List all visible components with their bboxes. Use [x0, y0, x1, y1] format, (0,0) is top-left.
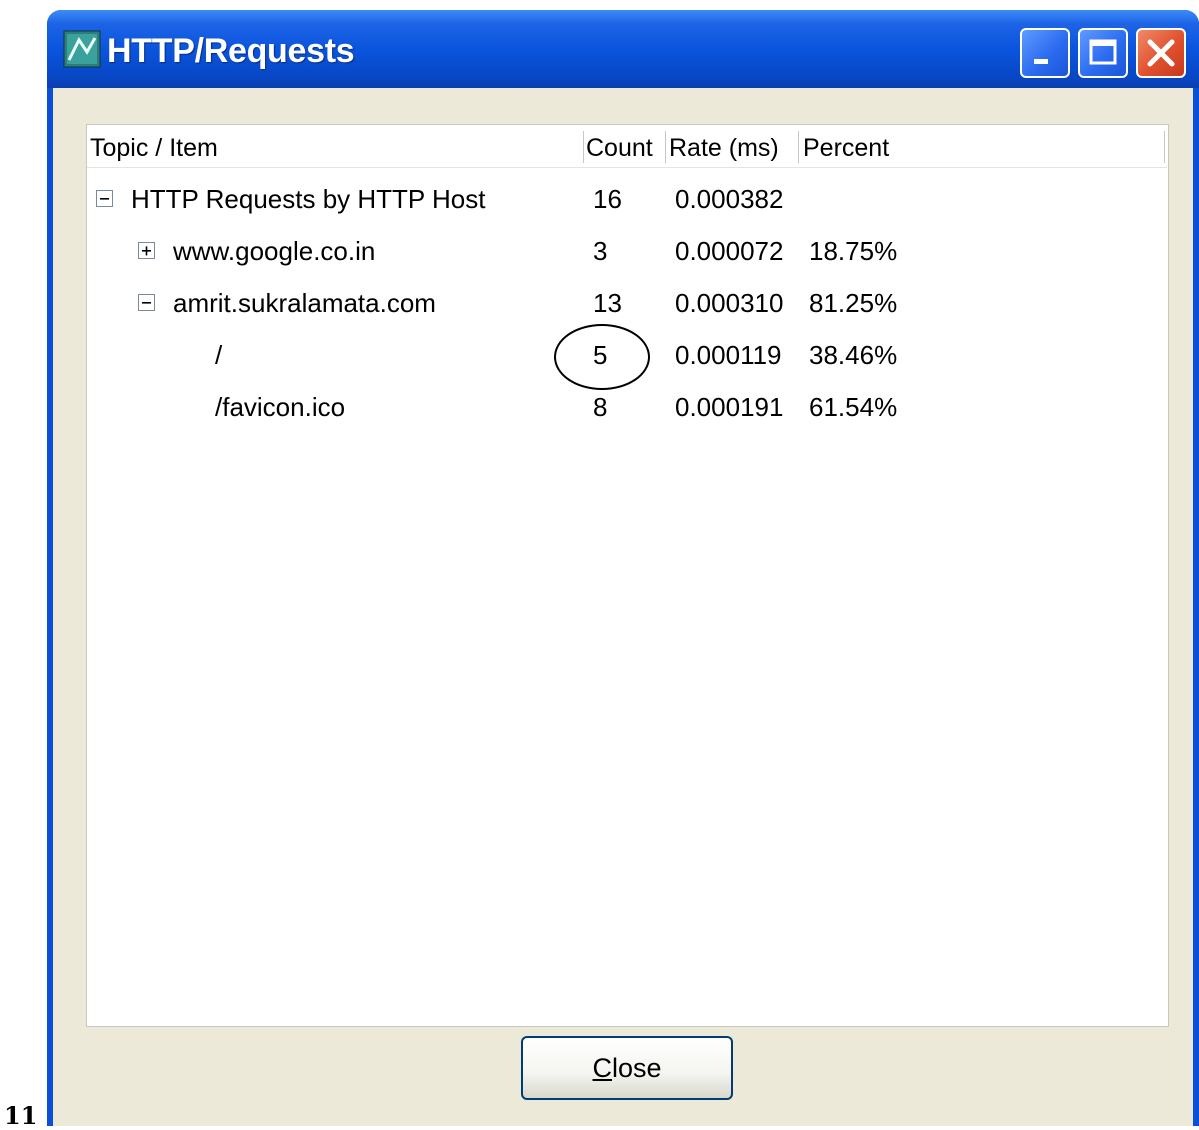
row-topic: www.google.co.in [173, 236, 376, 266]
tree-row[interactable]: amrit.sukralamata.com 13 0.000310 81.25% [87, 277, 1167, 329]
row-rate: 0.000072 [675, 236, 784, 266]
title-bar[interactable]: HTTP/Requests [47, 10, 1199, 88]
row-count: 13 [593, 288, 622, 318]
column-divider[interactable] [798, 131, 799, 163]
maximize-icon [1089, 39, 1117, 65]
column-divider[interactable] [665, 131, 666, 163]
close-window-button[interactable] [1136, 28, 1186, 78]
close-button[interactable]: Close [521, 1036, 733, 1100]
http-requests-window: HTTP/Requests Topic / Item Count Rate (m… [47, 10, 1199, 1126]
row-rate: 0.000191 [675, 392, 784, 422]
row-percent: 81.25% [809, 288, 898, 318]
row-rate: 0.000382 [675, 184, 784, 214]
collapse-icon[interactable] [96, 190, 113, 207]
requests-tree-list[interactable]: Topic / Item Count Rate (ms) Percent HTT… [86, 124, 1169, 1027]
row-percent: 38.46% [809, 340, 898, 370]
column-header-topic[interactable]: Topic / Item [90, 125, 218, 167]
column-divider[interactable] [583, 131, 584, 163]
row-topic: HTTP Requests by HTTP Host [131, 184, 486, 214]
row-rate: 0.000310 [675, 288, 784, 318]
list-header: Topic / Item Count Rate (ms) Percent [87, 125, 1167, 168]
row-topic: amrit.sukralamata.com [173, 288, 436, 318]
column-divider[interactable] [1164, 131, 1165, 163]
minimize-icon [1034, 59, 1048, 64]
tree-row[interactable]: www.google.co.in 3 0.000072 18.75% [87, 225, 1167, 277]
close-label: lose [611, 1053, 662, 1083]
maximize-button[interactable] [1078, 28, 1128, 78]
dialog-client-area: Topic / Item Count Rate (ms) Percent HTT… [53, 88, 1193, 1126]
row-percent: 61.54% [809, 392, 898, 422]
window-title: HTTP/Requests [107, 32, 355, 70]
row-rate: 0.000119 [675, 340, 782, 370]
row-topic: /favicon.ico [215, 392, 346, 422]
row-count: 16 [593, 184, 622, 214]
tree-row[interactable]: /favicon.ico 8 0.000191 61.54% [87, 381, 1167, 433]
expand-icon[interactable] [138, 242, 155, 259]
highlight-circle [554, 324, 650, 390]
row-count: 3 [593, 236, 608, 266]
app-icon [63, 30, 101, 68]
collapse-icon[interactable] [138, 294, 155, 311]
column-header-rate[interactable]: Rate (ms) [669, 125, 779, 167]
close-mnemonic: C [592, 1053, 612, 1083]
close-icon [1147, 39, 1175, 67]
column-header-percent[interactable]: Percent [803, 125, 889, 167]
minimize-button[interactable] [1020, 28, 1070, 78]
column-header-count[interactable]: Count [586, 125, 653, 167]
row-topic: / [215, 340, 223, 370]
tree-row[interactable]: HTTP Requests by HTTP Host 16 0.000382 [87, 173, 1167, 225]
row-percent: 18.75% [809, 236, 898, 266]
